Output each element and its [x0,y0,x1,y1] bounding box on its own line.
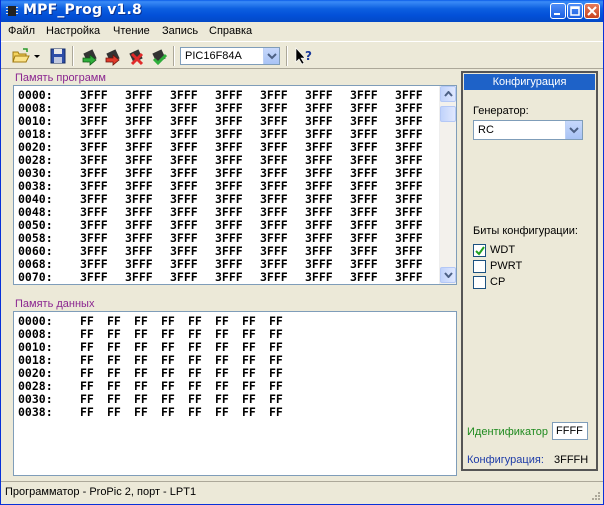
menu-settings[interactable]: Настройка [46,25,100,37]
chevron-down-icon[interactable] [33,46,41,66]
wdt-label: WDT [490,244,516,256]
memory-cell[interactable]: FF [107,406,121,419]
verify-icon[interactable] [149,46,169,66]
generator-select[interactable]: RC [473,120,583,140]
memory-cell[interactable]: 3FFF [350,271,378,284]
checkmark-icon [475,246,485,256]
memory-cell[interactable]: FF [134,406,148,419]
config-word-value: 3FFFH [554,454,589,466]
minimize-button[interactable] [550,3,566,19]
config-header: Конфигурация [464,74,595,90]
status-text: Программатор - ProPic 2, порт - LPT1 [5,486,197,498]
program-memory-grid[interactable]: 0000: 3FFF 3FFF 3FFF 3FFF 3FFF 3FFF 3FFF 3FFF 000… [13,85,457,285]
memory-cell[interactable]: 3FFF [395,271,423,284]
chip-select-dropdown-button[interactable] [263,48,279,64]
memory-cell[interactable]: 3FFF [125,271,153,284]
config-panel: Конфигурация Генератор: RC Биты конфигур… [461,71,598,471]
toolbar-separator [286,46,288,66]
maximize-icon [570,6,580,16]
data-memory-label: Память данных [15,298,95,310]
generator-label: Генератор: [473,105,529,117]
config-word-label: Конфигурация: [467,454,544,466]
status-bar: Программатор - ProPic 2, порт - LPT1 [1,481,603,503]
memory-cell[interactable]: 3FFF [80,271,108,284]
memory-cell[interactable]: 3FFF [170,271,198,284]
title-bar[interactable]: MPF_Prog v1.8 [1,0,603,22]
pwrt-checkbox[interactable] [473,260,486,273]
save-icon[interactable] [48,46,68,66]
memory-cell[interactable]: FF [269,406,283,419]
toolbar-separator [173,46,175,66]
memory-cell[interactable]: FF [242,406,256,419]
scroll-down-button[interactable] [440,267,456,283]
menu-bar: Файл Настройка Чтение Запись Справка [1,22,603,40]
memory-cell[interactable]: FF [215,406,229,419]
window-title: MPF_Prog v1.8 [23,2,142,18]
row-address: 0038: [18,405,53,419]
help-cursor-icon[interactable]: ? [294,46,314,66]
memory-cell[interactable]: FF [80,406,94,419]
program-memory-scrollbar[interactable] [439,86,456,284]
memory-cell[interactable]: 3FFF [215,271,243,284]
minimize-icon [554,13,560,15]
close-icon [587,6,597,16]
app-window: MPF_Prog v1.8 Файл Настройка Чтение Запи… [0,0,604,505]
memory-cell[interactable]: 3FFF [305,271,333,284]
menu-read[interactable]: Чтение [113,25,150,37]
chip-app-icon [6,6,18,16]
menu-file[interactable]: Файл [8,25,35,37]
chip-select[interactable]: PIC16F84A [180,47,280,65]
generator-value: RC [478,124,494,136]
cp-label: CP [490,276,506,288]
data-memory-grid[interactable]: 0000: FF FF FF FF FF FF FF FF 0008: FF FF FF FF FF FF FF… [13,311,457,476]
svg-text:?: ? [305,49,312,63]
scroll-thumb[interactable] [440,106,456,122]
chevron-down-icon [444,272,453,278]
chevron-up-icon [444,91,453,97]
open-folder-icon[interactable] [11,46,31,66]
pwrt-label: PWRT [490,260,523,272]
toolbar: PIC16F84A ? [1,41,603,69]
memory-cell[interactable]: FF [161,406,175,419]
erase-icon[interactable] [126,46,146,66]
write-icon[interactable] [103,46,123,66]
identifier-label: Идентификатор [467,426,548,438]
read-icon[interactable] [80,46,100,66]
program-memory-label: Память программ [15,72,106,84]
resize-grip-icon[interactable] [589,489,601,501]
maximize-button[interactable] [567,3,583,19]
config-bits-label: Биты конфигурации: [473,225,578,237]
close-button[interactable] [584,3,600,19]
chip-select-value: PIC16F84A [185,50,242,62]
cp-checkbox[interactable] [473,276,486,289]
chevron-down-icon [267,53,277,60]
identifier-input[interactable]: FFFF [552,422,588,440]
scroll-up-button[interactable] [440,86,456,102]
chevron-down-icon [569,127,579,134]
memory-cell[interactable]: 3FFF [260,271,288,284]
generator-dropdown-button[interactable] [565,121,582,139]
memory-cell[interactable]: FF [188,406,202,419]
row-address: 0070: [18,270,53,284]
toolbar-separator [72,46,74,66]
menu-write[interactable]: Запись [162,25,198,37]
wdt-checkbox[interactable] [473,244,486,257]
menu-help[interactable]: Справка [209,25,252,37]
